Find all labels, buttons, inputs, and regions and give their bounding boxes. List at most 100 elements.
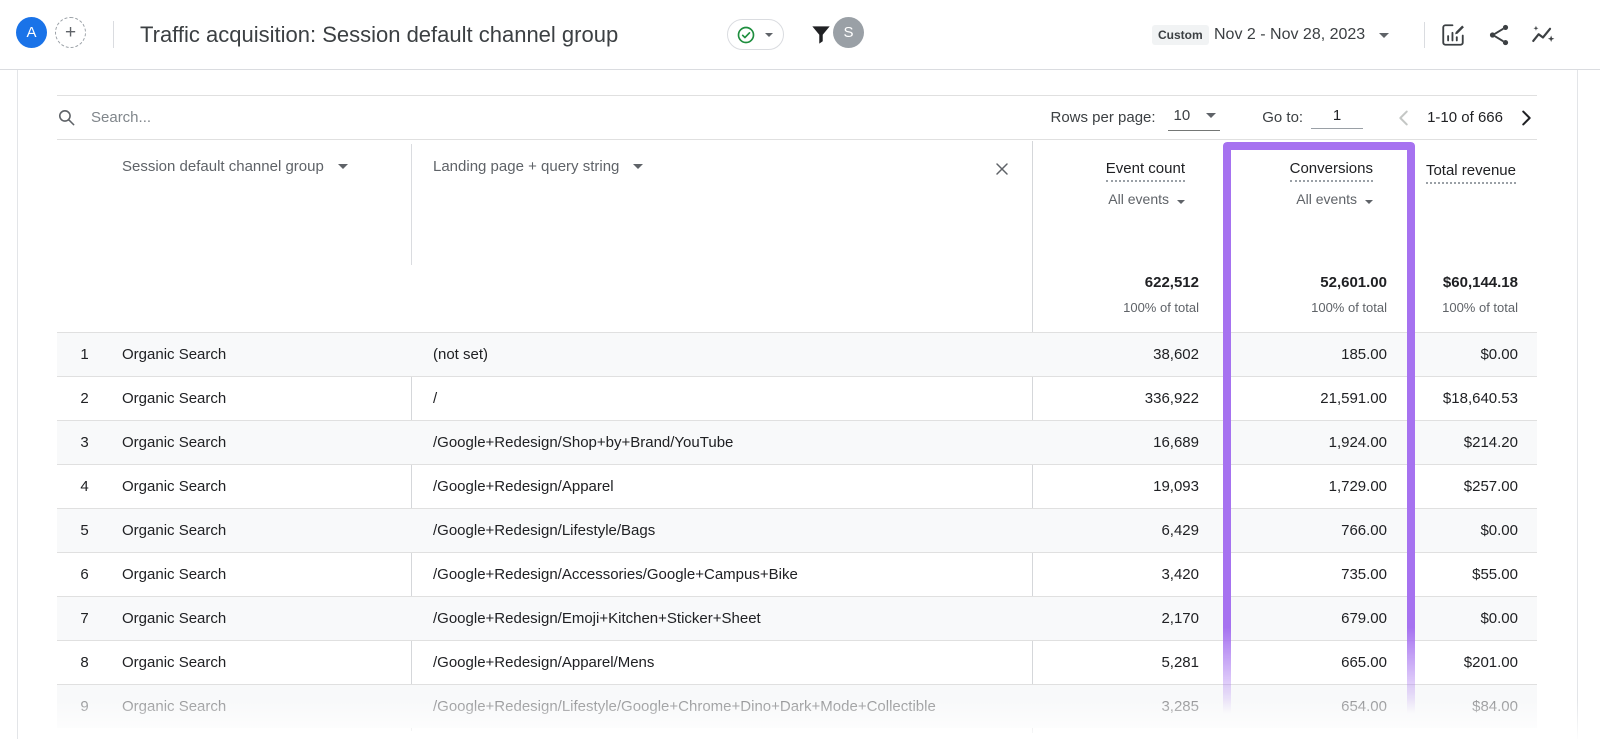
table-row: 4 Organic Search /Google+Redesign/Appare…: [57, 464, 1537, 508]
cell-event-count: 3,420: [1032, 566, 1205, 583]
cell-landing-page: /Google+Redesign/Lifestyle/Bags: [411, 522, 1032, 539]
row-number: 8: [57, 654, 112, 671]
cell-total-revenue: $0.00: [1395, 522, 1537, 539]
header-divider: [1424, 22, 1425, 48]
column-header-conversions: Conversions All events: [1205, 156, 1373, 207]
header-divider: [113, 21, 114, 48]
metric-filter-conversions[interactable]: All events: [1205, 191, 1373, 207]
cell-total-revenue: $214.20: [1395, 434, 1537, 451]
search-input[interactable]: [91, 109, 391, 126]
card-left-edge: [17, 70, 18, 739]
date-range-selector[interactable]: Nov 2 - Nov 28, 2023: [1214, 0, 1389, 70]
cell-conversions: 679.00: [1205, 610, 1395, 627]
insights-icon[interactable]: [1530, 22, 1556, 48]
cell-total-revenue: $84.00: [1395, 698, 1537, 715]
totals-conversions: 52,601.00 100% of total: [1207, 274, 1387, 315]
cell-total-revenue: $18,640.53: [1395, 390, 1537, 407]
cell-channel-group: Organic Search: [112, 478, 411, 495]
row-number: 1: [57, 346, 112, 363]
cell-total-revenue: $257.00: [1395, 478, 1537, 495]
cell-channel-group: Organic Search: [112, 698, 411, 715]
cell-channel-group: Organic Search: [112, 346, 411, 363]
cell-event-count: 336,922: [1032, 390, 1205, 407]
column-header-total-revenue: Total revenue: [1416, 156, 1516, 185]
data-quality-dropdown[interactable]: [727, 19, 784, 50]
edit-report-icon[interactable]: [1440, 22, 1466, 48]
cell-landing-page: /Google+Redesign/Lifestyle/Google+Chrome…: [411, 698, 1032, 715]
pagination-controls: Rows per page: 10 Go to: 1-10 of 666: [1050, 104, 1537, 131]
add-comparison-button[interactable]: +: [55, 17, 86, 48]
date-range-text: Nov 2 - Nov 28, 2023: [1214, 26, 1365, 44]
column-header-event-count: Event count All events: [1032, 156, 1185, 207]
metric-sort-conversions[interactable]: Conversions: [1290, 160, 1373, 182]
rows-per-page-label: Rows per page:: [1050, 109, 1155, 126]
app-header: A + Traffic acquisition: Session default…: [0, 0, 1600, 70]
filter-icon[interactable]: [808, 22, 834, 48]
totals-event-count: 622,512 100% of total: [1032, 274, 1199, 315]
cell-channel-group: Organic Search: [112, 610, 411, 627]
row-number: 4: [57, 478, 112, 495]
table-row: 5 Organic Search /Google+Redesign/Lifest…: [57, 508, 1537, 552]
cell-conversions: 1,729.00: [1205, 478, 1395, 495]
remove-dimension-icon[interactable]: [992, 159, 1012, 179]
cell-event-count: 6,429: [1032, 522, 1205, 539]
chevron-down-icon: [633, 164, 643, 169]
date-range-custom-badge: Custom: [1152, 25, 1209, 45]
cell-landing-page: /Google+Redesign/Apparel: [411, 478, 1032, 495]
cell-total-revenue: $0.00: [1395, 610, 1537, 627]
page-title: Traffic acquisition: Session default cha…: [140, 0, 618, 70]
row-number: 3: [57, 434, 112, 451]
cell-landing-page: /: [411, 390, 1032, 407]
next-page-icon[interactable]: [1515, 107, 1537, 129]
table-body: 1 Organic Search (not set) 38,602 185.00…: [57, 332, 1537, 728]
totals-total-revenue: $60,144.18 100% of total: [1395, 274, 1518, 315]
table-row: 8 Organic Search /Google+Redesign/Appare…: [57, 640, 1537, 684]
dimension-header-channel-group[interactable]: Session default channel group: [122, 158, 348, 175]
row-number: 6: [57, 566, 112, 583]
cell-channel-group: Organic Search: [112, 566, 411, 583]
table-row: 7 Organic Search /Google+Redesign/Emoji+…: [57, 596, 1537, 640]
cell-event-count: 19,093: [1032, 478, 1205, 495]
cell-channel-group: Organic Search: [112, 522, 411, 539]
cell-channel-group: Organic Search: [112, 390, 411, 407]
user-avatar[interactable]: S: [833, 17, 864, 48]
cell-conversions: 654.00: [1205, 698, 1395, 715]
table-row: 1 Organic Search (not set) 38,602 185.00…: [57, 332, 1537, 376]
cell-landing-page: /Google+Redesign/Apparel/Mens: [411, 654, 1032, 671]
cell-landing-page: /Google+Redesign/Shop+by+Brand/YouTube: [411, 434, 1032, 451]
check-circle-icon: [736, 25, 756, 45]
goto-page-input[interactable]: [1311, 107, 1363, 129]
plus-icon: +: [65, 22, 76, 44]
chevron-down-icon: [765, 33, 773, 37]
chevron-down-icon: [1365, 200, 1373, 204]
cell-total-revenue: $0.00: [1395, 346, 1537, 363]
rows-per-page-select[interactable]: 10: [1168, 104, 1221, 131]
cell-conversions: 21,591.00: [1205, 390, 1395, 407]
cell-conversions: 766.00: [1205, 522, 1395, 539]
metric-filter-event-count[interactable]: All events: [1032, 191, 1185, 207]
cell-landing-page: (not set): [411, 346, 1032, 363]
chevron-down-icon: [1206, 113, 1216, 118]
ga4-traffic-acquisition-report: A + Traffic acquisition: Session default…: [0, 0, 1600, 739]
cell-total-revenue: $55.00: [1395, 566, 1537, 583]
metric-sort-total-revenue[interactable]: Total revenue: [1426, 162, 1516, 184]
chevron-down-icon: [1379, 33, 1389, 38]
cell-event-count: 38,602: [1032, 346, 1205, 363]
share-icon[interactable]: [1486, 22, 1512, 48]
previous-page-icon[interactable]: [1393, 107, 1415, 129]
cell-event-count: 2,170: [1032, 610, 1205, 627]
cell-conversions: 185.00: [1205, 346, 1395, 363]
dimension-header-landing-page[interactable]: Landing page + query string: [433, 158, 643, 175]
cell-channel-group: Organic Search: [112, 434, 411, 451]
account-avatar[interactable]: A: [16, 17, 47, 48]
cell-event-count: 5,281: [1032, 654, 1205, 671]
column-divider: [411, 144, 412, 265]
cell-landing-page: /Google+Redesign/Emoji+Kitchen+Sticker+S…: [411, 610, 1032, 627]
table-search[interactable]: [57, 108, 1050, 127]
table-row: 2 Organic Search / 336,922 21,591.00 $18…: [57, 376, 1537, 420]
cell-event-count: 3,285: [1032, 698, 1205, 715]
chevron-down-icon: [338, 164, 348, 169]
card-right-edge: [1577, 70, 1578, 739]
metric-sort-event-count[interactable]: Event count: [1106, 160, 1185, 182]
table-toolbar: Rows per page: 10 Go to: 1-10 of 666: [57, 95, 1537, 140]
